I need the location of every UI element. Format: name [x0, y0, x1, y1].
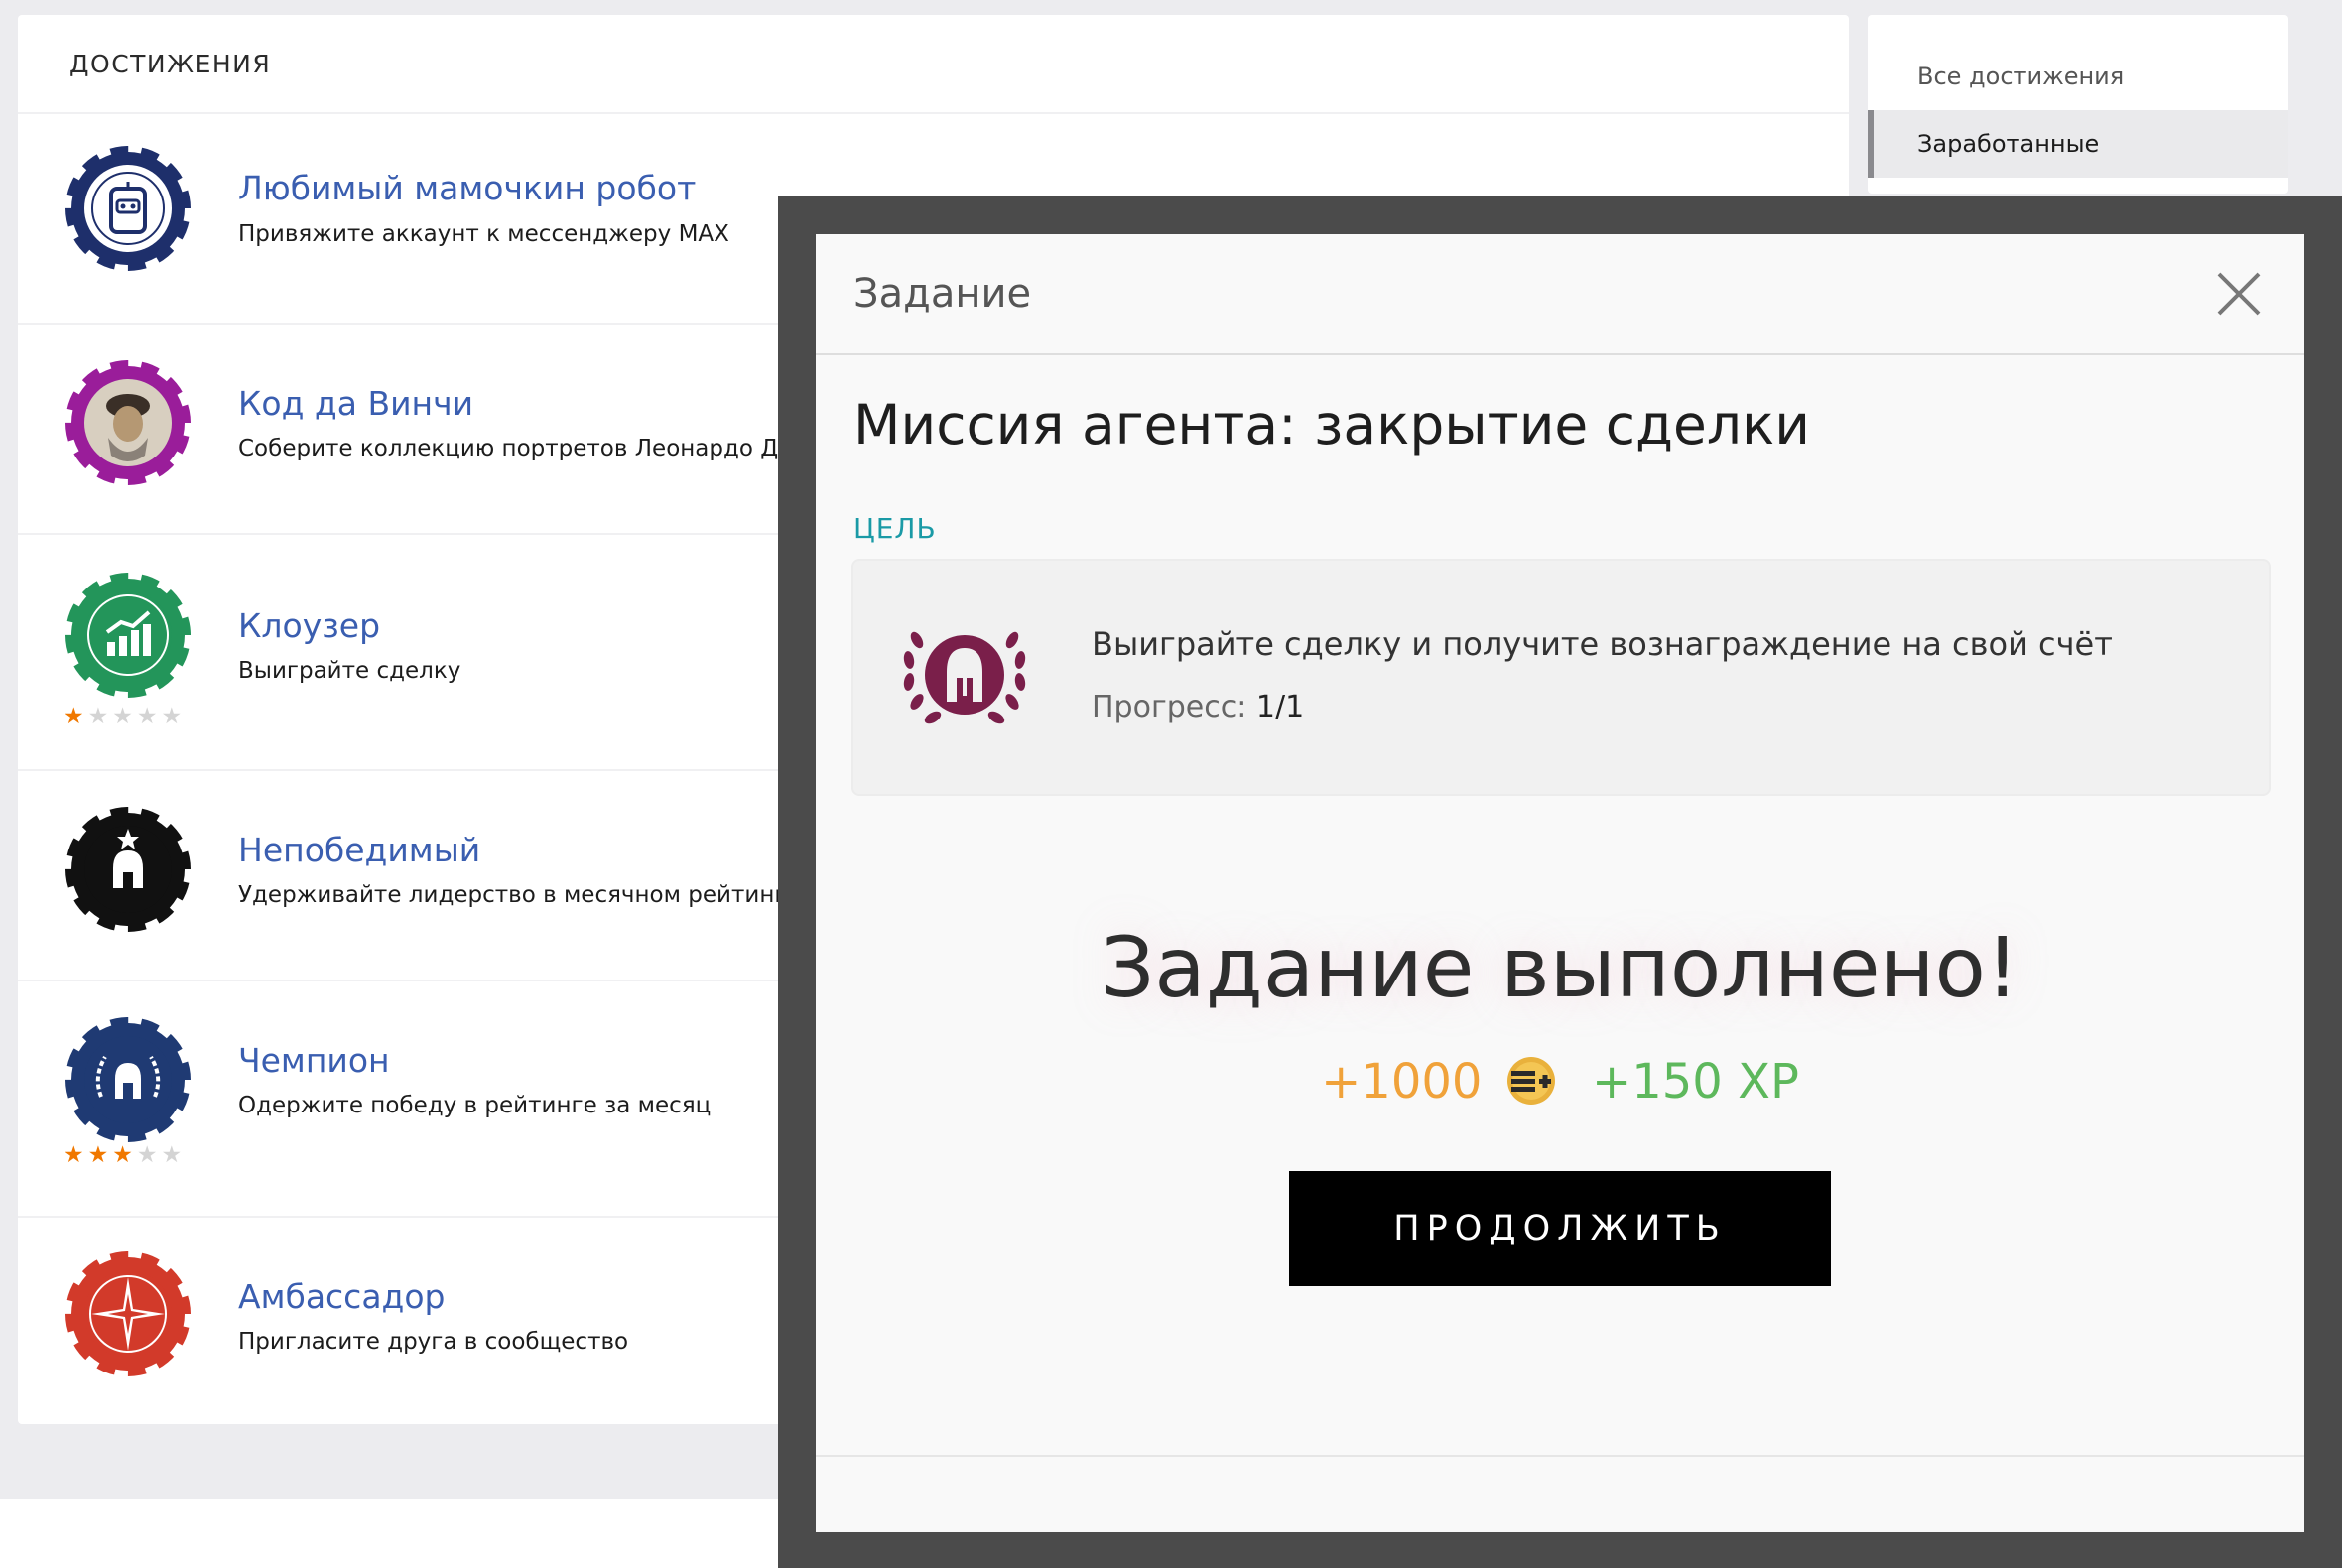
achievement-title[interactable]: Непобедимый: [238, 831, 480, 869]
helmet-star-chip-icon: [64, 805, 193, 934]
achievement-title[interactable]: Амбассадор: [238, 1277, 446, 1316]
continue-button[interactable]: ПРОДОЛЖИТЬ: [1289, 1171, 1831, 1286]
task-modal: Задание Миссия агента: закрытие сделки Ц…: [816, 234, 2304, 1532]
achievement-desc: Соберите коллекцию портретов Леонардо Да…: [238, 436, 816, 461]
achievement-title[interactable]: Чемпион: [238, 1041, 390, 1080]
mission-title: Миссия агента: закрытие сделки: [853, 393, 1810, 457]
achievement-desc: Удерживайте лидерство в месячном рейтинг…: [238, 882, 822, 908]
achievement-desc: Пригласите друга в сообщество: [238, 1329, 629, 1355]
reward-coins: +1000: [1321, 1054, 1483, 1110]
reward-xp: +150 XP: [1591, 1054, 1799, 1110]
rating-stars: ★★★★★: [64, 1142, 187, 1168]
modal-header: Задание: [816, 234, 2304, 355]
compass-star-chip-icon: [64, 1249, 193, 1378]
robot-chip-icon: [64, 144, 193, 273]
achievement-desc: Привяжите аккаунт к мессенджеру MAX: [238, 221, 729, 247]
completion-message: Задание выполнено!: [1101, 919, 2019, 1016]
achievement-desc: Одержите победу в рейтинге за месяц: [238, 1093, 712, 1118]
rewards: +1000 +150 XP: [816, 1054, 2304, 1114]
goal-progress: Прогресс: 1/1: [1092, 690, 1304, 724]
goal-description: Выиграйте сделку и получите вознагражден…: [1092, 625, 2113, 663]
close-icon[interactable]: [2209, 264, 2269, 324]
achievement-title[interactable]: Клоузер: [238, 606, 380, 645]
coin-icon: [1506, 1057, 1555, 1105]
modal-footer-divider: [816, 1455, 2304, 1457]
growth-chart-chip-icon: [64, 571, 193, 700]
achievement-title[interactable]: Любимый мамочкин робот: [238, 169, 696, 207]
filter-earned[interactable]: Заработанные: [1868, 110, 2288, 178]
achievement-title[interactable]: Код да Винчи: [238, 384, 473, 423]
goal-box: Выиграйте сделку и получите вознагражден…: [851, 559, 2271, 796]
davinci-portrait-chip-icon: [64, 358, 193, 487]
laurel-helmet-icon: [903, 631, 1026, 724]
progress-label: Прогресс:: [1092, 690, 1247, 724]
achievement-desc: Выиграйте сделку: [238, 658, 461, 684]
rating-stars: ★★★★★: [64, 704, 187, 729]
achievements-title: ДОСТИЖЕНИЯ: [69, 49, 272, 78]
achievements-filter: Все достижения Заработанные: [1868, 15, 2288, 194]
filter-all[interactable]: Все достижения: [1868, 43, 2288, 110]
goal-label: ЦЕЛЬ: [853, 512, 937, 545]
modal-title: Задание: [853, 271, 1032, 317]
progress-value: 1/1: [1255, 690, 1305, 724]
helmet-laurel-chip-icon: [64, 1015, 193, 1144]
achievements-header: ДОСТИЖЕНИЯ: [18, 15, 1849, 114]
